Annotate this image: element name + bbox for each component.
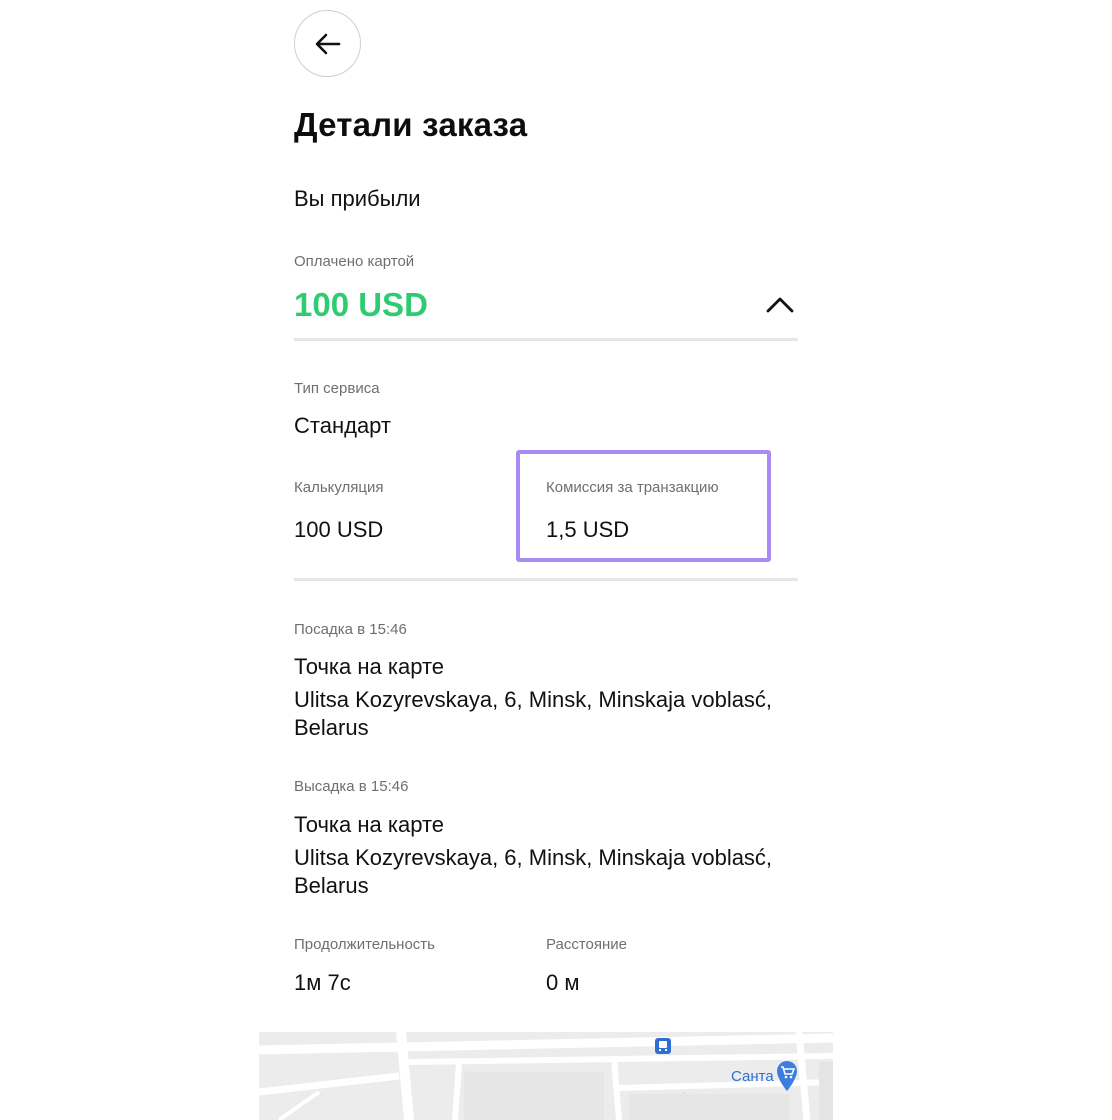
order-status: Вы прибыли bbox=[294, 186, 421, 211]
divider bbox=[294, 578, 798, 581]
duration-label: Продолжительность bbox=[294, 936, 435, 953]
pickup-time-label: Посадка в 15:46 bbox=[294, 621, 407, 638]
page-title: Детали заказа bbox=[294, 106, 528, 143]
pickup-point-title: Точка на карте bbox=[294, 654, 445, 679]
dropoff-time-label: Высадка в 15:46 bbox=[294, 778, 409, 795]
paid-amount: 100 USD bbox=[294, 286, 428, 323]
chevron-up-icon[interactable] bbox=[764, 292, 796, 316]
calculation-value: 100 USD bbox=[294, 517, 384, 542]
bus-stop-icon[interactable] bbox=[655, 1038, 671, 1054]
dropoff-address: Ulitsa Kozyrevskaya, 6, Minsk, Minskaja … bbox=[294, 845, 773, 898]
commission-value: 1,5 USD bbox=[546, 517, 630, 542]
shopping-cart-pin-icon[interactable] bbox=[775, 1060, 799, 1092]
arrow-left-icon bbox=[315, 33, 340, 54]
commission-highlight-box bbox=[516, 450, 771, 562]
calculation-label: Калькуляция bbox=[294, 479, 384, 496]
map-place-label[interactable]: Санта bbox=[731, 1068, 774, 1085]
service-type-label: Тип сервиса bbox=[294, 380, 380, 397]
divider bbox=[294, 338, 798, 341]
distance-label: Расстояние bbox=[546, 936, 628, 953]
route-map[interactable]: Санта bbox=[259, 1032, 833, 1120]
pickup-address: Ulitsa Kozyrevskaya, 6, Minsk, Minskaja … bbox=[294, 687, 773, 740]
duration-value: 1м 7с bbox=[294, 970, 351, 995]
order-details-screen: Детали заказа Вы прибыли Оплачено картой… bbox=[0, 0, 1112, 1120]
distance-value: 0 м bbox=[546, 970, 580, 995]
payment-method-label: Оплачено картой bbox=[294, 253, 415, 270]
service-type-value: Стандарт bbox=[294, 413, 392, 438]
back-button[interactable] bbox=[294, 10, 361, 77]
dropoff-point-title: Точка на карте bbox=[294, 812, 445, 837]
commission-label: Комиссия за транзакцию bbox=[546, 479, 719, 496]
